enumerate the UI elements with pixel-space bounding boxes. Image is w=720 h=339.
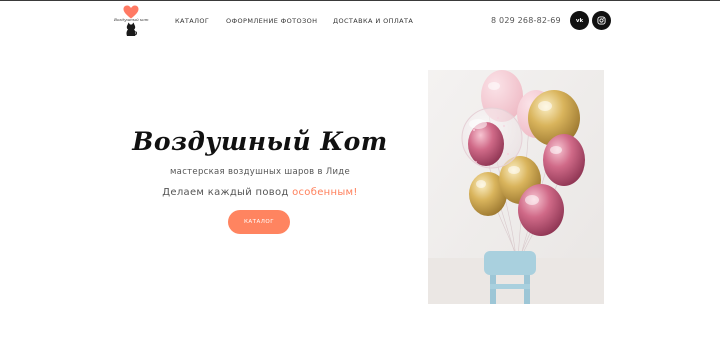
tagline-suffix: ! (353, 187, 358, 198)
nav-item-photozones[interactable]: ОФОРМЛЕНИЕ ФОТОЗОН (226, 17, 317, 25)
vk-icon: vk (575, 17, 584, 24)
logo[interactable]: Воздушный кот (114, 5, 149, 37)
hero-photo (428, 70, 604, 304)
hero-title: Воздушный Кот (132, 127, 388, 156)
catalog-button[interactable]: КАТАЛОГ (228, 210, 290, 234)
tagline-prefix: Делаем каждый повод (162, 187, 293, 198)
nav-item-delivery[interactable]: ДОСТАВКА И ОПЛАТА (333, 17, 413, 25)
tagline-accent: особенным (292, 187, 354, 198)
instagram-icon (597, 16, 606, 25)
instagram-button[interactable] (592, 11, 611, 30)
nav-item-catalog[interactable]: КАТАЛОГ (175, 17, 209, 25)
hero-subtitle: мастерская воздушных шаров в Лиде (169, 167, 351, 177)
site-header: Воздушный кот КАТАЛОГ ОФОРМЛЕНИЕ ФОТОЗОН… (0, 1, 720, 41)
cat-icon (126, 22, 137, 36)
hero-tagline: Делаем каждый повод особенным! (130, 187, 390, 198)
vk-button[interactable]: vk (570, 11, 589, 30)
phone-number[interactable]: 8 029 268-82-69 (491, 16, 561, 25)
